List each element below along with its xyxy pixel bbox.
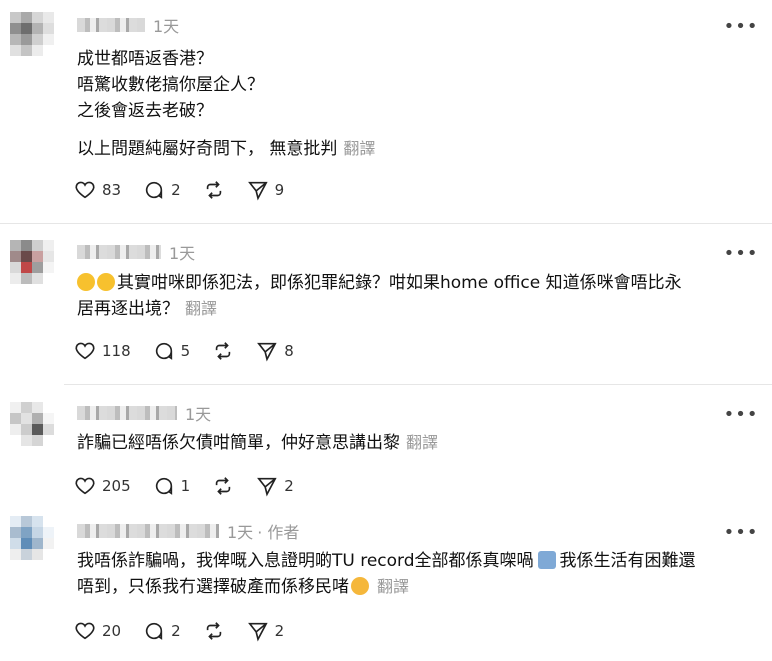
repost-button[interactable] (212, 475, 234, 497)
comment-button[interactable]: 5 (153, 340, 191, 362)
author-tag: · 作者 (257, 523, 300, 542)
repost-icon (206, 622, 221, 640)
share-count: 9 (274, 181, 285, 199)
share-button[interactable]: 2 (247, 620, 285, 642)
post-line: 之後會返去老破？ (77, 101, 213, 121)
heart-icon (75, 622, 95, 640)
post-text: 我係生活有困難還 (559, 551, 696, 571)
post-body: 詐騙已經唔係欠債咁簡單，仲好意思講出黎 翻譯 (77, 430, 757, 456)
comment-icon (155, 477, 172, 495)
heart-icon (75, 342, 95, 360)
post-meta: 1天 · 作者 (77, 520, 299, 542)
post-actions: 20 2 2 (74, 619, 306, 643)
post-text: 其實咁咪即係犯法，即係犯罪紀錄？咁如果home office 知道係咪會唔比永 (117, 273, 682, 293)
like-button[interactable]: 118 (74, 340, 131, 362)
share-count: 2 (274, 622, 285, 640)
avatar[interactable] (10, 12, 54, 56)
post-actions: 83 2 9 (74, 178, 306, 202)
heart-icon (75, 181, 95, 199)
post-body: 成世都唔返香港？ 唔驚收數佬搞你屋企人？ 之後會返去老破？ 以上問題純屬好奇問下… (77, 46, 757, 162)
post-time: 1天 (169, 244, 196, 263)
avatar[interactable] (10, 402, 54, 446)
username-blurred[interactable] (77, 524, 219, 538)
like-button[interactable]: 83 (74, 179, 121, 201)
post-text: 唔到，只係我冇選擇破產而係移民啫 (77, 577, 349, 597)
avatar[interactable] (10, 240, 54, 284)
share-icon (257, 342, 277, 362)
like-count: 205 (102, 477, 131, 495)
repost-icon (215, 477, 231, 495)
like-button[interactable]: 20 (74, 620, 121, 642)
avatar[interactable] (10, 516, 54, 560)
post-time: 1天 (227, 523, 254, 542)
post-meta: 1天 (77, 402, 211, 424)
share-button[interactable]: 9 (247, 179, 285, 201)
repost-icon (206, 181, 221, 199)
post-actions: 205 1 2 (74, 474, 316, 498)
username-blurred[interactable] (77, 245, 161, 259)
post-text: 以上問題純屬好奇問下， 無意批判 (77, 139, 338, 159)
post-line: 成世都唔返香港？ (77, 49, 213, 69)
share-icon (247, 181, 268, 201)
repost-button[interactable] (203, 620, 225, 642)
translate-link[interactable]: 翻譯 (406, 433, 438, 452)
more-icon[interactable]: ••• (724, 15, 758, 37)
more-icon[interactable]: ••• (724, 403, 758, 425)
more-icon[interactable]: ••• (724, 521, 758, 543)
comment-count: 5 (180, 342, 191, 360)
like-count: 20 (102, 622, 122, 640)
username-blurred[interactable] (77, 18, 145, 32)
share-count: 8 (284, 342, 294, 360)
like-button[interactable]: 205 (74, 475, 131, 497)
share-icon (247, 622, 268, 642)
comment-button[interactable]: 2 (143, 179, 181, 201)
divider (0, 223, 772, 224)
post-body: 其實咁咪即係犯法，即係犯罪紀錄？咁如果home office 知道係咪會唔比永 … (77, 270, 757, 322)
translate-link[interactable]: 翻譯 (343, 139, 375, 158)
repost-button[interactable] (203, 179, 225, 201)
translate-link[interactable]: 翻譯 (377, 577, 409, 596)
like-count: 83 (102, 181, 122, 199)
share-button[interactable]: 8 (256, 340, 294, 362)
repost-icon (215, 342, 231, 360)
post-time: 1天 (185, 405, 212, 424)
username-blurred[interactable] (77, 406, 177, 420)
more-icon[interactable]: ••• (724, 242, 758, 264)
laughing-emoji (77, 273, 95, 291)
translate-link[interactable]: 翻譯 (185, 299, 217, 318)
woozy-face-emoji (351, 577, 369, 595)
post-text: 詐騙已經唔係欠債咁簡單，仲好意思講出黎 (77, 433, 400, 453)
comment-count: 2 (171, 181, 181, 199)
share-icon (257, 477, 277, 497)
post-text: 我唔係詐騙喎，我俾嘅入息證明啲TU record全部都係真㗎喎 (77, 551, 534, 571)
shrug-emoji (537, 551, 556, 569)
share-button[interactable]: 2 (256, 475, 294, 497)
comment-count: 2 (171, 622, 181, 640)
share-count: 2 (284, 477, 294, 495)
heart-icon (75, 477, 95, 495)
comment-button[interactable]: 1 (153, 475, 191, 497)
like-count: 118 (102, 342, 131, 360)
comment-icon (155, 342, 172, 360)
repost-button[interactable] (212, 340, 234, 362)
comment-icon (145, 181, 163, 199)
post-time: 1天 (153, 17, 180, 36)
laughing-emoji (97, 273, 115, 291)
post-text: 居再逐出境？ (77, 299, 179, 319)
divider (64, 384, 772, 385)
post-meta: 1天 (77, 241, 195, 263)
post-actions: 118 5 8 (74, 339, 316, 363)
post-body: 我唔係詐騙喎，我俾嘅入息證明啲TU record全部都係真㗎喎 我係生活有困難還 … (77, 548, 757, 600)
post-meta: 1天 (77, 14, 179, 36)
comment-icon (145, 622, 163, 640)
post-line: 唔驚收數佬搞你屋企人？ (77, 75, 264, 95)
comment-button[interactable]: 2 (143, 620, 181, 642)
comment-count: 1 (180, 477, 191, 495)
